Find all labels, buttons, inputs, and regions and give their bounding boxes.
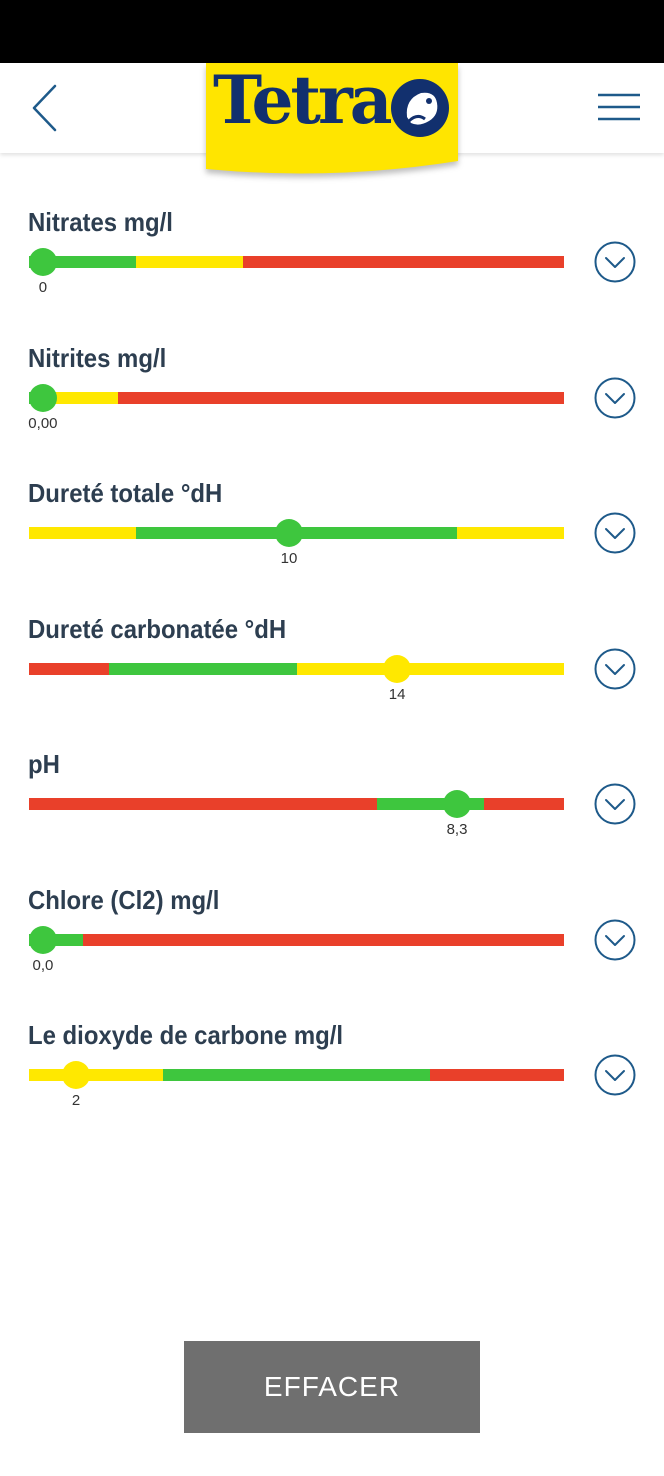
track-segment-red [29,798,377,810]
track-segment-yellow [296,662,564,675]
param-row-dioxyde-carbone: Le dioxyde de carbone mg/l 2 [0,1008,664,1144]
param-title: Dureté totale °dH [28,478,223,508]
slider-value: 14 [388,685,406,703]
slider-value: 2 [71,1092,81,1109]
slider-value: 0,0 [32,956,54,974]
status-bar [0,0,664,63]
param-title: Nitrites mg/l [28,342,167,373]
track-segment-red [483,798,564,810]
param-track[interactable] [29,256,564,268]
expand-button[interactable] [594,512,636,554]
param-title: Le dioxyde de carbone mg/l [28,1020,344,1050]
expand-button[interactable] [594,783,636,825]
param-title: pH [28,749,60,779]
chevron-down-circle-icon [594,377,636,418]
chevron-down-circle-icon [594,1054,636,1096]
slider-thumb[interactable] [62,1061,91,1089]
chevron-left-icon [32,84,57,132]
param-track[interactable] [29,391,564,404]
param-row-ph: pH 8,3 [0,737,664,873]
param-track[interactable] [29,1069,564,1081]
expand-button[interactable] [594,241,636,283]
slider-thumb[interactable] [28,383,57,412]
track-segment-red [29,662,110,675]
slider-thumb[interactable] [443,790,471,818]
hamburger-menu-icon [598,93,640,121]
param-row-durete-totale: Dureté totale °dH 10 [0,466,664,602]
menu-button[interactable] [590,85,648,129]
chevron-down-circle-icon [594,919,636,960]
param-title: Dureté carbonatée °dH [28,613,287,644]
track-segment-yellow [29,1069,163,1081]
param-title: Nitrates mg/l [28,207,173,237]
expand-button[interactable] [594,1054,636,1096]
fish-emblem-icon [391,79,449,137]
chevron-down-circle-icon [594,783,636,825]
slider-thumb[interactable] [275,519,303,547]
param-track[interactable] [29,662,564,675]
slider-value: 0,00 [28,414,58,432]
track-segment-red [82,933,564,946]
slider-value: 8,3 [446,821,468,838]
parameter-list: Nitrates mg/l 0 Nitrites mg/l 0,00 Duret… [0,195,664,1144]
param-title: Chlore (Cl2) mg/l [28,884,220,915]
clear-button[interactable]: EFFACER [184,1341,480,1433]
param-track[interactable] [29,933,564,946]
slider-thumb[interactable] [28,925,57,954]
track-segment-green [109,662,297,675]
param-row-durete-carbonatee: Dureté carbonatée °dH 14 [0,602,664,738]
param-row-nitrites: Nitrites mg/l 0,00 [0,331,664,467]
track-segment-yellow [457,527,564,539]
slider-thumb[interactable] [383,654,412,683]
param-row-nitrates: Nitrates mg/l 0 [0,195,664,331]
expand-button[interactable] [594,377,636,419]
track-segment-yellow [136,256,243,268]
slider-value: 0 [38,279,48,296]
track-segment-red [430,1069,564,1081]
chevron-down-circle-icon [594,241,636,283]
expand-button[interactable] [594,919,636,961]
chevron-down-circle-icon [594,512,636,554]
expand-button[interactable] [594,648,636,690]
track-segment-red [243,256,564,268]
slider-thumb[interactable] [28,248,57,276]
chevron-down-circle-icon [594,648,636,689]
param-row-chlore: Chlore (Cl2) mg/l 0,0 [0,873,664,1009]
logo-wordmark: Tetra [213,61,393,139]
back-button[interactable] [24,81,68,137]
slider-value: 10 [280,550,298,567]
tetra-logo: Tetra [203,63,461,181]
track-segment-green [162,1069,431,1081]
track-segment-yellow [29,527,136,539]
param-track[interactable] [29,798,564,810]
track-segment-red [118,391,564,404]
